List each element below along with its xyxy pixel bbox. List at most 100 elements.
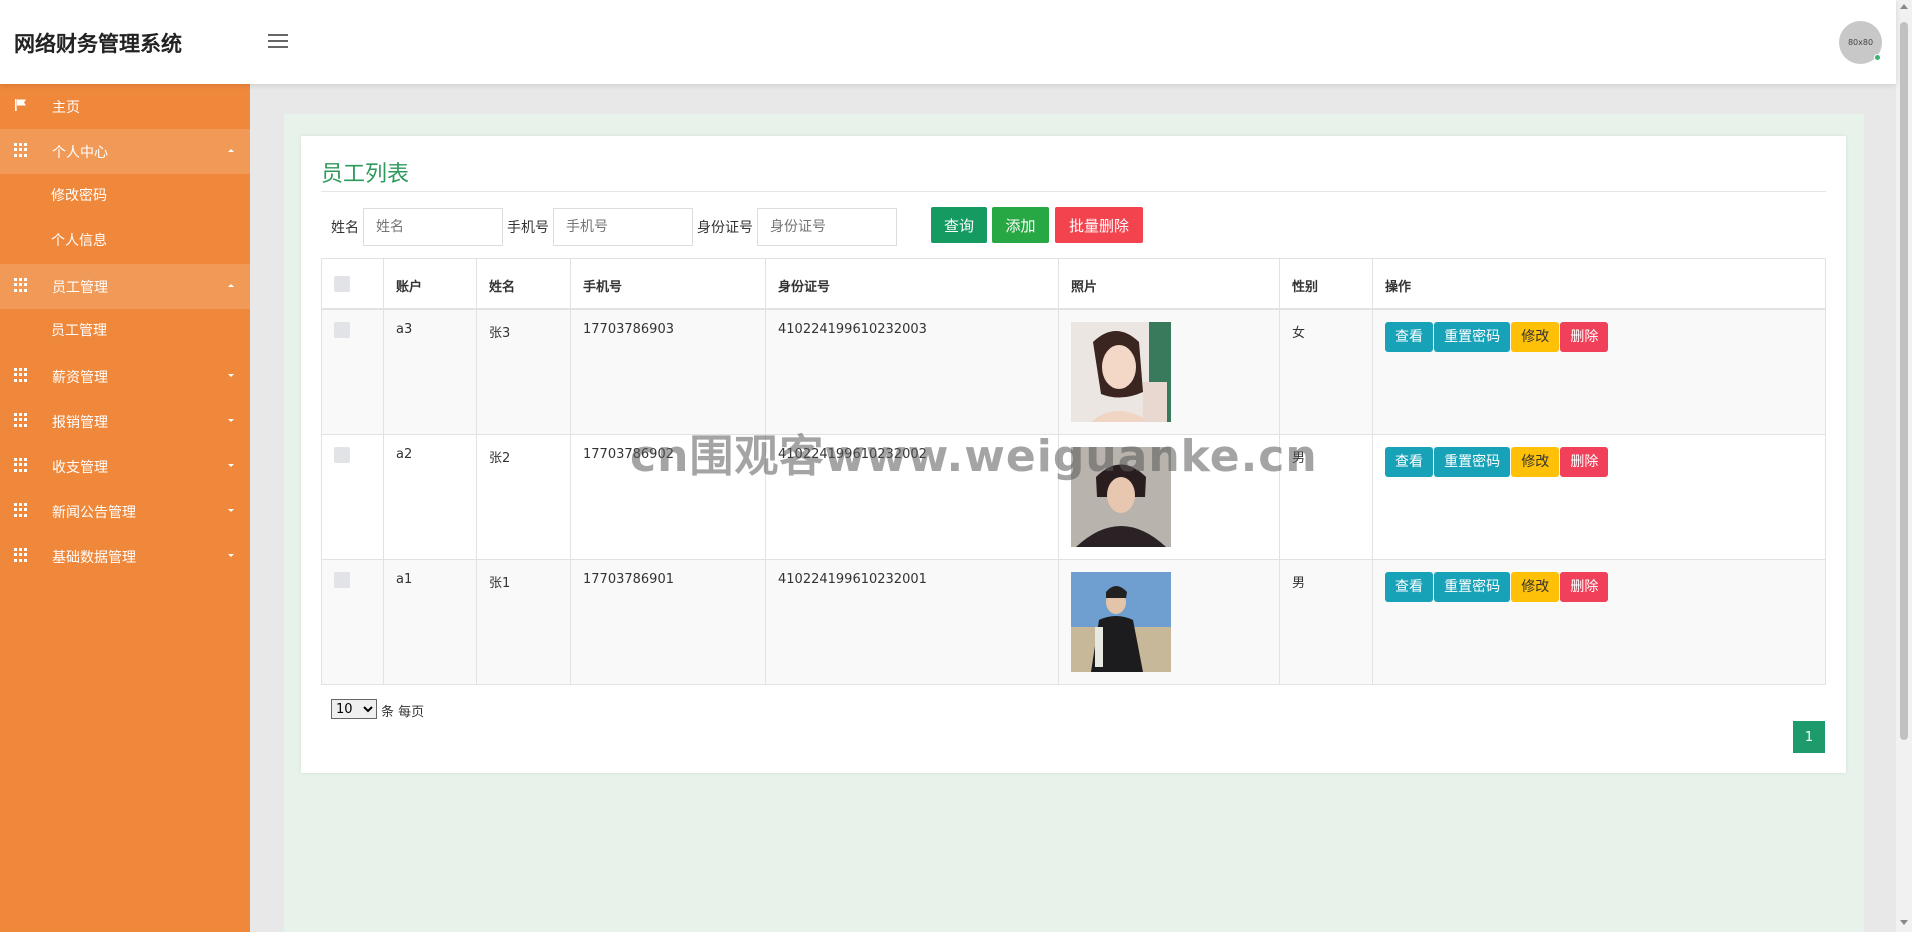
sidebar-item-label: 主页 bbox=[52, 100, 80, 116]
name-cell: 张2 bbox=[476, 434, 571, 560]
view-button[interactable]: 查看 bbox=[1385, 572, 1433, 602]
reset-password-button[interactable]: 重置密码 bbox=[1434, 572, 1511, 602]
top-header: 网络财务管理系统 80x80 bbox=[0, 0, 1896, 84]
view-button[interactable]: 查看 bbox=[1385, 322, 1433, 352]
account-cell: a2 bbox=[383, 434, 477, 560]
add-button[interactable]: 添加 bbox=[992, 207, 1049, 243]
sidebar-item-label: 员工管理 bbox=[52, 280, 108, 296]
account-cell: a3 bbox=[383, 308, 477, 435]
avatar[interactable]: 80x80 bbox=[1839, 21, 1882, 64]
idcard-cell: 410224199610232003 bbox=[765, 308, 1059, 435]
scroll-down-arrow-icon[interactable] bbox=[1900, 920, 1908, 925]
column-header: 身份证号 bbox=[765, 258, 1059, 310]
column-header: 操作 bbox=[1372, 258, 1826, 310]
actions-cell: 查看 重置密码 修改 删除 bbox=[1372, 559, 1826, 685]
table-header-row: 账户 姓名 手机号 身份证号 照片 性别 操作 bbox=[321, 258, 1826, 310]
menu-toggle-icon[interactable] bbox=[268, 34, 288, 50]
grid-icon bbox=[14, 413, 28, 427]
grid-icon bbox=[14, 548, 28, 562]
name-cell: 张3 bbox=[476, 308, 571, 435]
phone-search-input[interactable] bbox=[553, 208, 693, 246]
edit-button[interactable]: 修改 bbox=[1511, 572, 1560, 602]
idcard-label: 身份证号 bbox=[697, 220, 753, 236]
view-button[interactable]: 查看 bbox=[1385, 447, 1433, 477]
edit-button[interactable]: 修改 bbox=[1511, 322, 1560, 352]
column-header: 账户 bbox=[383, 258, 477, 310]
account-cell: a1 bbox=[383, 559, 477, 685]
employee-table: 账户 姓名 手机号 身份证号 照片 性别 操作 a3 张3 1770378690… bbox=[321, 258, 1826, 685]
grid-icon bbox=[14, 458, 28, 472]
online-status-icon bbox=[1874, 54, 1881, 61]
delete-button[interactable]: 删除 bbox=[1560, 447, 1609, 477]
column-header: 性别 bbox=[1279, 258, 1373, 310]
sidebar: 主页 个人中心 修改密码 个人信息 员工管理 员工管理 薪资管理 报销管理 收支… bbox=[0, 84, 250, 932]
employee-list-card: 员工列表 姓名 手机号 身份证号 查询 添加 批量删除 账户 姓名 手机号 身份… bbox=[301, 136, 1846, 773]
table-row: a2 张2 17703786902 410224199610232002 男 查… bbox=[321, 434, 1826, 560]
actions-cell: 查看 重置密码 修改 删除 bbox=[1372, 434, 1826, 560]
sidebar-item-label: 个人中心 bbox=[52, 145, 108, 161]
gender-cell: 女 bbox=[1279, 308, 1373, 435]
phone-cell: 17703786901 bbox=[570, 559, 766, 685]
title-divider bbox=[321, 191, 1826, 192]
caret-down-icon bbox=[228, 554, 234, 557]
sidebar-item-base-data[interactable]: 基础数据管理 bbox=[0, 534, 250, 579]
idcard-search-input[interactable] bbox=[757, 208, 897, 246]
flag-icon bbox=[15, 99, 26, 111]
sidebar-item-home[interactable]: 主页 bbox=[0, 84, 250, 129]
batch-delete-button[interactable]: 批量删除 bbox=[1055, 207, 1143, 243]
sidebar-item-label: 报销管理 bbox=[52, 415, 108, 431]
scroll-thumb[interactable] bbox=[1900, 22, 1908, 740]
caret-up-icon bbox=[228, 149, 234, 152]
delete-button[interactable]: 删除 bbox=[1560, 322, 1609, 352]
employee-photo bbox=[1071, 447, 1171, 547]
grid-icon bbox=[14, 278, 28, 292]
select-all-cell bbox=[321, 258, 384, 310]
sidebar-item-reimbursement[interactable]: 报销管理 bbox=[0, 399, 250, 444]
reset-password-button[interactable]: 重置密码 bbox=[1434, 447, 1511, 477]
sidebar-subitem-employee-management[interactable]: 员工管理 bbox=[0, 309, 250, 354]
per-page-label: 条 每页 bbox=[381, 705, 425, 720]
sidebar-item-income-expense[interactable]: 收支管理 bbox=[0, 444, 250, 489]
grid-icon bbox=[14, 368, 28, 382]
employee-photo bbox=[1071, 322, 1171, 422]
sidebar-item-salary[interactable]: 薪资管理 bbox=[0, 354, 250, 399]
caret-down-icon bbox=[228, 419, 234, 422]
name-cell: 张1 bbox=[476, 559, 571, 685]
name-label: 姓名 bbox=[331, 220, 359, 236]
query-button[interactable]: 查询 bbox=[931, 207, 987, 243]
grid-icon bbox=[14, 503, 28, 517]
row-checkbox[interactable] bbox=[334, 447, 350, 463]
select-all-checkbox[interactable] bbox=[334, 276, 350, 292]
delete-button[interactable]: 删除 bbox=[1560, 572, 1609, 602]
vertical-scrollbar[interactable] bbox=[1896, 0, 1912, 932]
caret-down-icon bbox=[228, 464, 234, 467]
page-title: 员工列表 bbox=[321, 162, 410, 187]
row-checkbox[interactable] bbox=[334, 322, 350, 338]
avatar-placeholder-text: 80x80 bbox=[1847, 38, 1874, 47]
photo-cell bbox=[1058, 434, 1280, 560]
per-page-select[interactable]: 10 bbox=[331, 699, 377, 719]
scroll-up-arrow-icon[interactable] bbox=[1900, 4, 1908, 9]
column-header: 姓名 bbox=[476, 258, 571, 310]
sidebar-subitem-personal-info[interactable]: 个人信息 bbox=[0, 219, 250, 264]
idcard-cell: 410224199610232002 bbox=[765, 434, 1059, 560]
edit-button[interactable]: 修改 bbox=[1511, 447, 1560, 477]
sidebar-subitem-change-password[interactable]: 修改密码 bbox=[0, 174, 250, 219]
sidebar-item-label: 新闻公告管理 bbox=[52, 505, 136, 521]
caret-up-icon bbox=[228, 284, 234, 287]
table-row: a3 张3 17703786903 410224199610232003 女 查… bbox=[321, 308, 1826, 435]
gender-cell: 男 bbox=[1279, 434, 1373, 560]
page-number-button[interactable]: 1 bbox=[1793, 721, 1825, 753]
employee-photo bbox=[1071, 572, 1171, 672]
sidebar-item-employee-management[interactable]: 员工管理 bbox=[0, 264, 250, 309]
actions-cell: 查看 重置密码 修改 删除 bbox=[1372, 308, 1826, 435]
column-header: 照片 bbox=[1058, 258, 1280, 310]
sidebar-item-label: 基础数据管理 bbox=[52, 550, 136, 566]
phone-cell: 17703786903 bbox=[570, 308, 766, 435]
sidebar-item-news[interactable]: 新闻公告管理 bbox=[0, 489, 250, 534]
reset-password-button[interactable]: 重置密码 bbox=[1434, 322, 1511, 352]
sidebar-item-label: 收支管理 bbox=[52, 460, 108, 476]
sidebar-item-personal-center[interactable]: 个人中心 bbox=[0, 129, 250, 174]
name-search-input[interactable] bbox=[363, 208, 503, 246]
row-checkbox[interactable] bbox=[334, 572, 350, 588]
